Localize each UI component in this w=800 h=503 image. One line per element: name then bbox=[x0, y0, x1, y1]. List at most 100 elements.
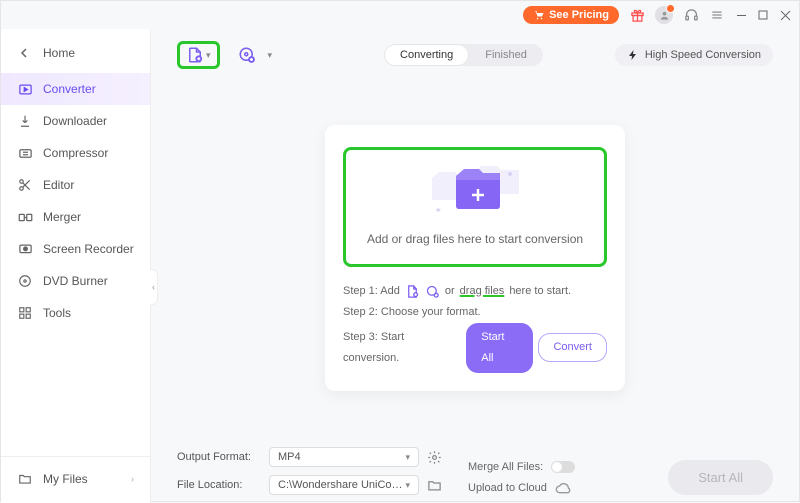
drop-zone-highlight: Add or drag files here to start conversi… bbox=[343, 147, 607, 267]
sidebar-item-my-files[interactable]: My Files › bbox=[1, 456, 150, 495]
merge-all-toggle[interactable] bbox=[551, 461, 575, 473]
open-folder-icon[interactable] bbox=[427, 478, 442, 493]
disc-plus-icon[interactable] bbox=[425, 284, 440, 299]
output-format-row: Output Format: MP4 ▾ bbox=[177, 447, 442, 467]
cart-icon bbox=[533, 9, 545, 21]
tabbar: Converting Finished bbox=[384, 44, 543, 66]
high-speed-chip[interactable]: High Speed Conversion bbox=[615, 44, 773, 66]
output-format-select[interactable]: MP4 ▾ bbox=[269, 447, 419, 467]
chevron-down-icon: ▾ bbox=[405, 480, 410, 491]
select-value: C:\Wondershare UniConverter 1 bbox=[278, 479, 405, 491]
user-avatar[interactable] bbox=[655, 6, 673, 24]
button-label: Start All bbox=[481, 331, 504, 364]
convert-button[interactable]: Convert bbox=[538, 333, 607, 362]
merge-label: Merge All Files: bbox=[468, 461, 543, 473]
menu-icon[interactable] bbox=[709, 7, 725, 23]
steps: Step 1: Add or drag files here to start.… bbox=[343, 281, 607, 373]
minimize-button[interactable] bbox=[735, 9, 747, 21]
download-icon bbox=[17, 113, 33, 129]
tab-converting[interactable]: Converting bbox=[384, 44, 469, 66]
headset-icon[interactable] bbox=[683, 7, 699, 23]
close-button[interactable] bbox=[779, 9, 791, 21]
merge-all-row: Merge All Files: bbox=[468, 461, 575, 473]
step-text-underline: drag files bbox=[460, 281, 505, 302]
bottom-bar: Output Format: MP4 ▾ File Location: C:\W… bbox=[177, 435, 773, 495]
sidebar-item-screen-recorder[interactable]: Screen Recorder bbox=[1, 233, 150, 265]
button-label: Start All bbox=[698, 470, 743, 485]
step-text: Step 3: Start conversion. bbox=[343, 327, 461, 369]
maximize-button[interactable] bbox=[757, 9, 769, 21]
sidebar-item-downloader[interactable]: Downloader bbox=[1, 105, 150, 137]
recorder-icon bbox=[17, 241, 33, 257]
see-pricing-label: See Pricing bbox=[549, 9, 609, 21]
upload-label: Upload to Cloud bbox=[468, 482, 547, 494]
sidebar-item-compressor[interactable]: Compressor bbox=[1, 137, 150, 169]
cloud-icon bbox=[555, 481, 571, 495]
disc-icon bbox=[17, 273, 33, 289]
step-3: Step 3: Start conversion. Start All Conv… bbox=[343, 323, 607, 373]
sidebar-item-editor[interactable]: Editor bbox=[1, 169, 150, 201]
output-format-label: Output Format: bbox=[177, 451, 261, 463]
sidebar-item-label: Screen Recorder bbox=[43, 242, 134, 256]
sidebar-item-label: DVD Burner bbox=[43, 274, 108, 288]
sidebar-item-label: Editor bbox=[43, 178, 74, 192]
disc-plus-icon bbox=[238, 46, 256, 64]
toolbar: ▾ ▾ Converting Finished High Speed Conve… bbox=[177, 41, 773, 69]
sidebar: Home Converter Downloader Compressor Edi… bbox=[1, 29, 151, 503]
sidebar-item-label: Compressor bbox=[43, 146, 108, 160]
file-location-row: File Location: C:\Wondershare UniConvert… bbox=[177, 475, 442, 495]
start-all-main-button[interactable]: Start All bbox=[668, 460, 773, 495]
drop-zone[interactable] bbox=[442, 164, 508, 216]
button-label: Convert bbox=[553, 341, 592, 353]
step-1: Step 1: Add or drag files here to start. bbox=[343, 281, 607, 302]
drop-text: Add or drag files here to start conversi… bbox=[367, 232, 583, 246]
file-location-label: File Location: bbox=[177, 479, 261, 491]
sidebar-item-merger[interactable]: Merger bbox=[1, 201, 150, 233]
sidebar-item-label: Home bbox=[43, 46, 75, 60]
chevron-down-icon[interactable]: ▾ bbox=[268, 50, 273, 61]
converter-icon bbox=[17, 81, 33, 97]
select-value: MP4 bbox=[278, 451, 301, 463]
step-2: Step 2: Choose your format. bbox=[343, 302, 607, 323]
chip-label: High Speed Conversion bbox=[645, 49, 761, 61]
folder-icon bbox=[17, 471, 33, 487]
add-dvd-button[interactable] bbox=[238, 46, 256, 64]
sidebar-item-converter[interactable]: Converter bbox=[1, 73, 150, 105]
upload-cloud-row[interactable]: Upload to Cloud bbox=[468, 481, 575, 495]
gift-icon[interactable] bbox=[629, 7, 645, 23]
step-text: here to start. bbox=[509, 281, 571, 302]
drop-card: Add or drag files here to start conversi… bbox=[325, 125, 625, 391]
bolt-icon bbox=[627, 49, 639, 61]
file-location-select[interactable]: C:\Wondershare UniConverter 1 ▾ bbox=[269, 475, 419, 495]
scissors-icon bbox=[17, 177, 33, 193]
titlebar: See Pricing bbox=[1, 1, 799, 29]
sidebar-item-label: Downloader bbox=[43, 114, 107, 128]
sidebar-item-dvd-burner[interactable]: DVD Burner bbox=[1, 265, 150, 297]
file-plus-icon[interactable] bbox=[405, 284, 420, 299]
tab-label: Converting bbox=[400, 49, 453, 61]
sidebar-collapse-handle[interactable]: ‹ bbox=[150, 269, 158, 305]
chevron-left-icon bbox=[17, 45, 33, 61]
gear-icon[interactable] bbox=[427, 450, 442, 465]
sidebar-item-label: Tools bbox=[43, 306, 71, 320]
see-pricing-button[interactable]: See Pricing bbox=[523, 6, 619, 24]
sidebar-item-home[interactable]: Home bbox=[1, 37, 150, 69]
sidebar-item-label: My Files bbox=[43, 472, 88, 486]
add-file-button[interactable] bbox=[186, 46, 204, 64]
compressor-icon bbox=[17, 145, 33, 161]
grid-icon bbox=[17, 305, 33, 321]
step-text: or bbox=[445, 281, 455, 302]
start-all-button[interactable]: Start All bbox=[466, 323, 533, 373]
tab-finished[interactable]: Finished bbox=[469, 44, 543, 66]
merger-icon bbox=[17, 209, 33, 225]
main-panel: ▾ ▾ Converting Finished High Speed Conve… bbox=[151, 29, 799, 503]
chevron-right-icon: › bbox=[131, 474, 134, 484]
sidebar-item-label: Merger bbox=[43, 210, 81, 224]
chevron-down-icon[interactable]: ▾ bbox=[206, 50, 211, 61]
sidebar-item-tools[interactable]: Tools bbox=[1, 297, 150, 329]
add-file-highlight: ▾ bbox=[177, 41, 220, 69]
file-plus-icon bbox=[186, 46, 204, 64]
tab-label: Finished bbox=[485, 49, 527, 61]
step-text: Step 1: Add bbox=[343, 281, 400, 302]
sidebar-item-label: Converter bbox=[43, 82, 96, 96]
